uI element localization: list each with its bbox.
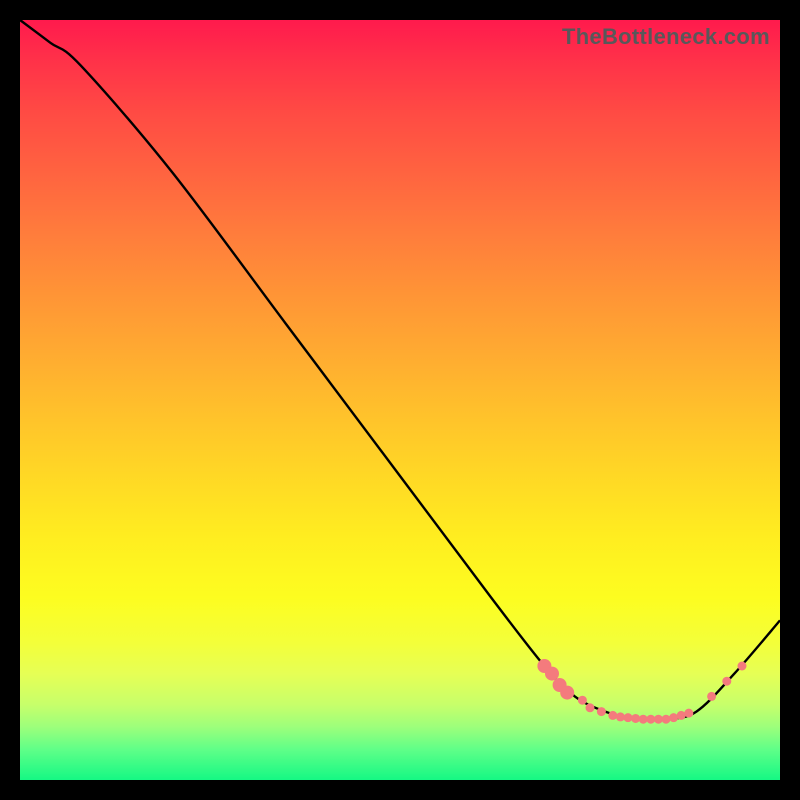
marker-dot [684,709,693,718]
marker-dot [545,667,559,681]
chart-svg [20,20,780,780]
optimal-range-markers [537,659,746,724]
marker-dot [608,711,617,720]
marker-dot [738,662,747,671]
marker-dot [616,712,625,721]
marker-dot [669,713,678,722]
marker-dot [722,677,731,686]
marker-dot [624,713,633,722]
bottleneck-curve [20,20,780,720]
marker-dot [662,715,671,724]
marker-dot [707,692,716,701]
chart-plot-area: TheBottleneck.com [20,20,780,780]
marker-dot [560,686,574,700]
marker-dot [578,696,587,705]
marker-dot [597,707,606,716]
marker-dot [586,703,595,712]
marker-dot [631,714,640,723]
marker-dot [677,711,686,720]
